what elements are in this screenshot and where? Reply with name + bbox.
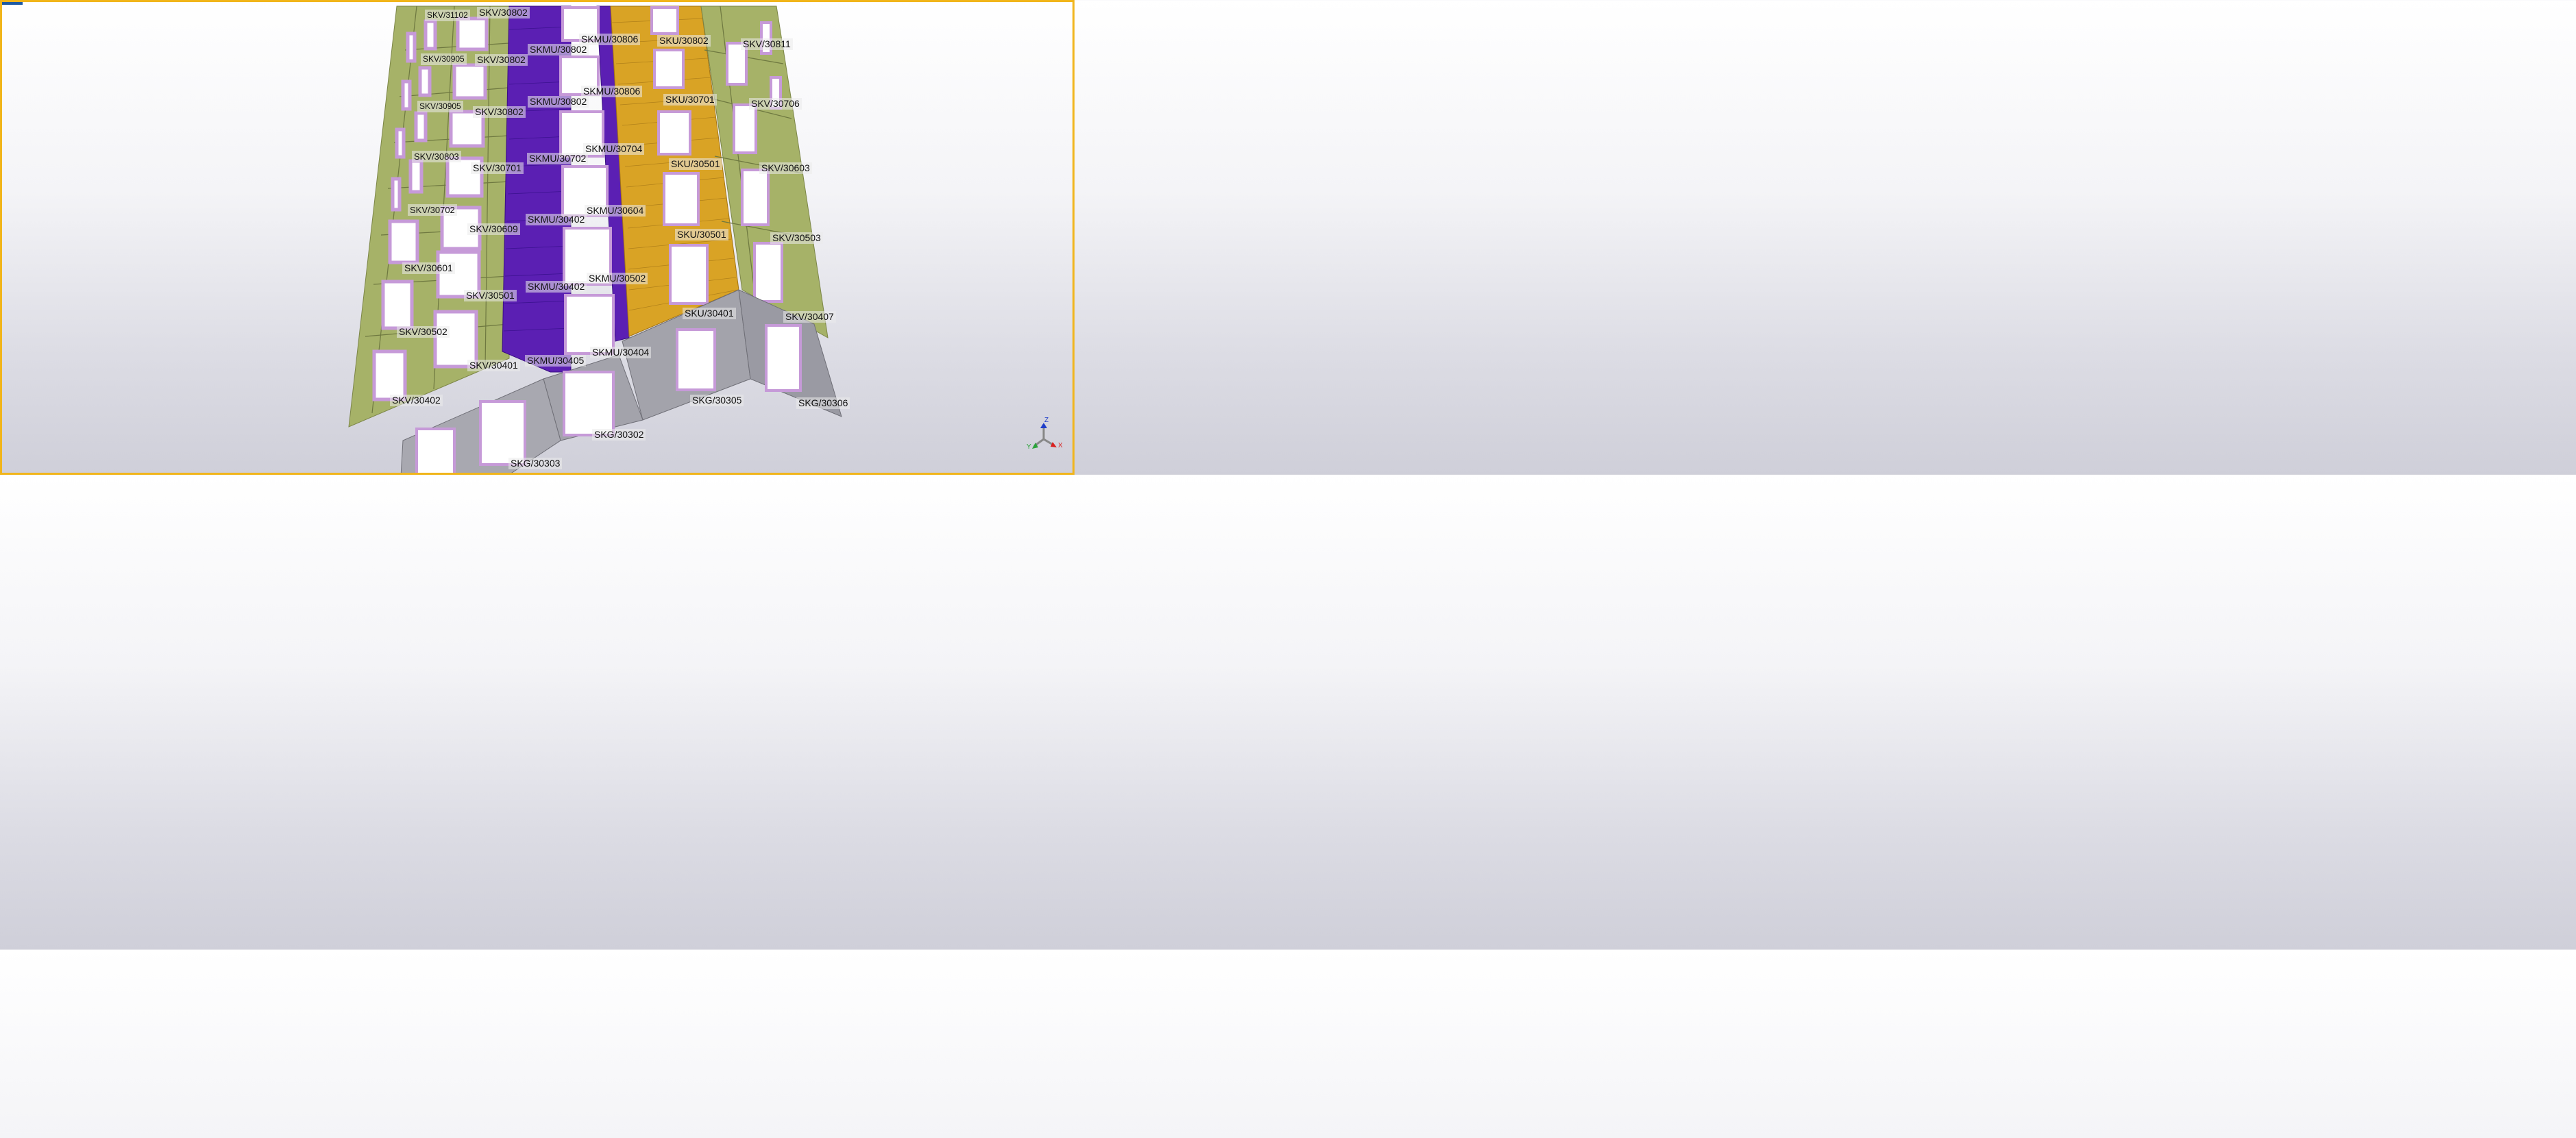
element-label[interactable]: SKV/30702 (408, 204, 457, 216)
element-label[interactable]: SKV/30802 (473, 106, 526, 118)
element-label[interactable]: SKU/30802 (657, 35, 711, 47)
element-label[interactable]: SKMU/30702 (527, 153, 589, 164)
element-label[interactable]: SKV/31102 (425, 10, 470, 21)
element-label[interactable]: SKV/30401 (467, 360, 520, 371)
element-label[interactable]: SKMU/30604 (585, 205, 646, 217)
element-label[interactable]: SKMU/30502 (587, 273, 648, 284)
element-label[interactable]: SKG/30306 (796, 397, 850, 409)
element-label[interactable]: SKG/30305 (690, 395, 744, 406)
element-label[interactable]: SKV/30802 (475, 54, 528, 66)
element-label[interactable]: SKV/30407 (783, 311, 836, 323)
element-label[interactable]: SKMU/30806 (581, 86, 643, 97)
element-label[interactable]: SKMU/30402 (526, 281, 587, 293)
element-label[interactable]: SKMU/30802 (528, 96, 589, 108)
element-label[interactable]: SKV/30502 (397, 326, 450, 338)
element-label[interactable]: SKU/30501 (669, 158, 722, 170)
building-model[interactable] (2, 2, 1075, 475)
element-label[interactable]: SKV/30501 (464, 290, 517, 301)
element-label[interactable]: SKMU/30402 (526, 214, 587, 225)
element-label[interactable]: SKMU/30704 (583, 143, 645, 155)
axis-triad[interactable]: Z X Y (1027, 415, 1068, 456)
element-label[interactable]: SKG/30302 (592, 429, 646, 441)
y-axis-label: Y (1027, 443, 1031, 451)
element-label[interactable]: SKV/30811 (741, 38, 793, 50)
element-label[interactable]: SKU/30401 (683, 308, 736, 319)
x-axis-label: X (1058, 442, 1063, 449)
element-label[interactable]: SKV/30803 (412, 151, 461, 162)
element-label[interactable]: SKV/30706 (749, 98, 802, 110)
element-label[interactable]: SKV/30603 (759, 162, 812, 174)
element-label[interactable]: SKV/30609 (467, 223, 520, 235)
3d-model-viewport[interactable]: SKV/31102 SKV/30802 SKMU/30806 SKU/30802… (0, 0, 1075, 475)
element-label[interactable]: SKV/30905 (417, 101, 463, 112)
element-label[interactable]: SKMU/30405 (525, 355, 587, 367)
element-label[interactable]: SKMU/30802 (528, 44, 589, 55)
element-label[interactable]: SKV/30701 (471, 162, 524, 174)
z-axis-label: Z (1044, 417, 1048, 424)
element-label[interactable]: SKU/30501 (675, 229, 728, 240)
element-label[interactable]: SKV/30802 (477, 7, 530, 18)
element-label[interactable]: SKV/30601 (402, 262, 455, 274)
element-label[interactable]: SKV/30402 (390, 395, 443, 406)
element-label[interactable]: SKMU/30404 (590, 347, 652, 358)
element-label[interactable]: SKG/30303 (508, 458, 563, 469)
element-label[interactable]: SKV/30905 (421, 53, 467, 65)
element-label[interactable]: SKU/30701 (663, 94, 717, 106)
element-label[interactable]: SKV/30503 (770, 232, 823, 244)
